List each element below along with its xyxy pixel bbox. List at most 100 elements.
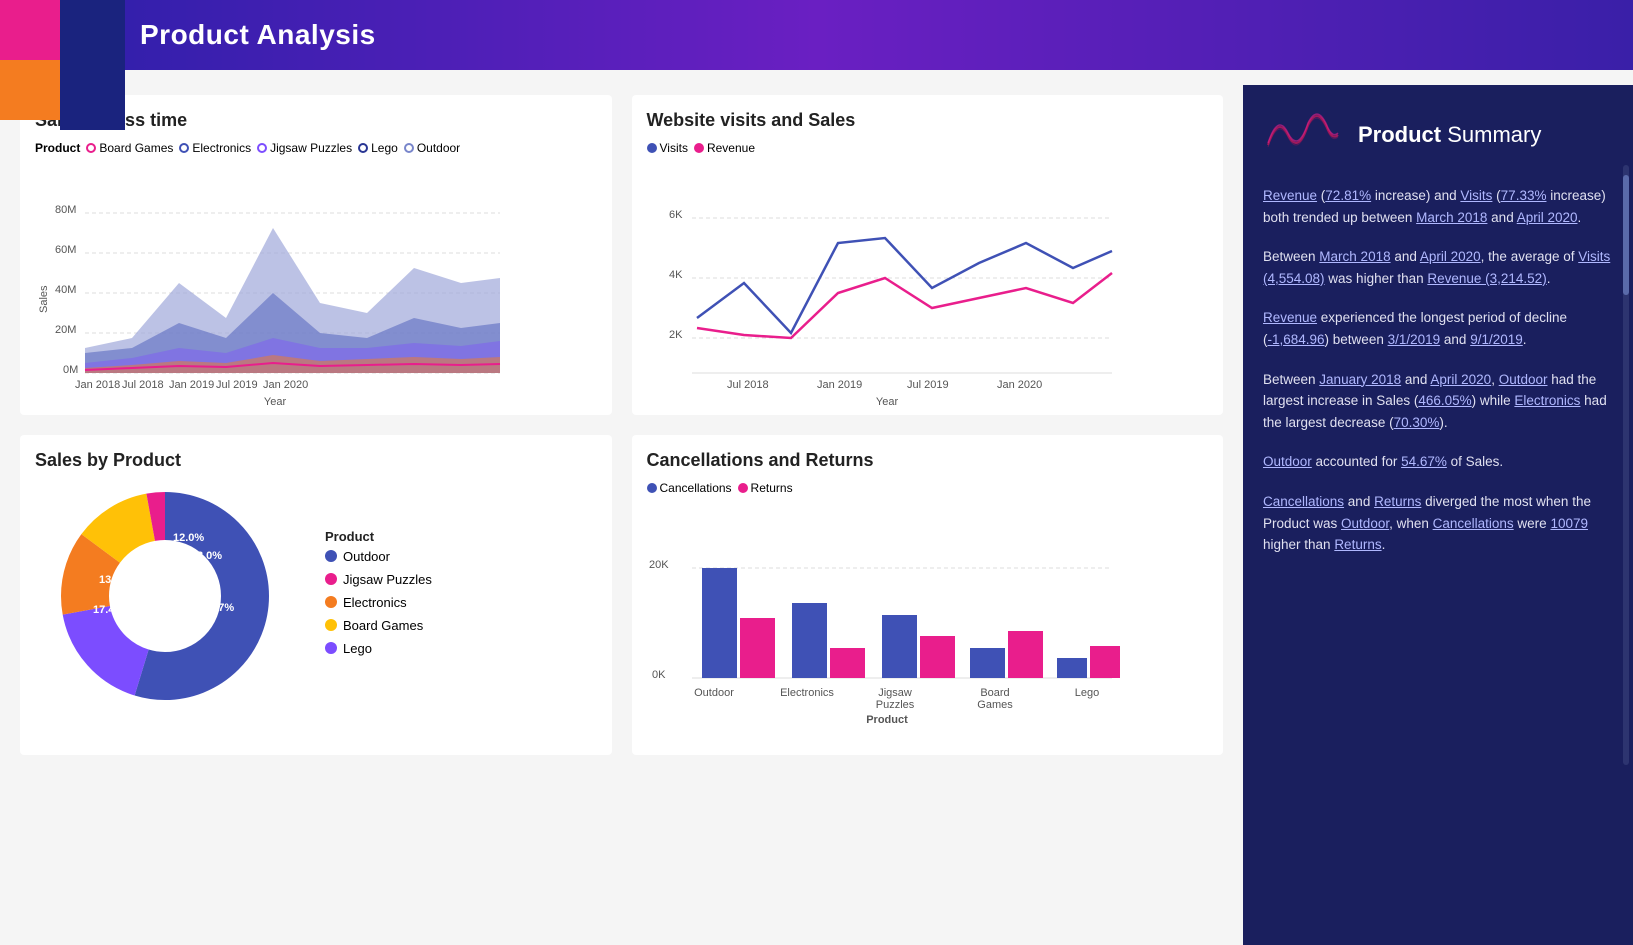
svg-text:60M: 60M [55,244,76,256]
svg-text:40M: 40M [55,284,76,296]
logo [0,0,130,130]
april2020-link3: April 2020 [1430,372,1491,387]
summary-para-3: Revenue experienced the longest period o… [1263,307,1613,350]
outdoor-pct-link: 466.05% [1418,393,1471,408]
svg-text:Outdoor: Outdoor [694,687,734,699]
date2-link: 9/1/2019 [1470,332,1523,347]
legend-outdoor: Outdoor [404,141,460,155]
revenue-decline-link: Revenue [1263,310,1317,325]
jigsaw-returns-bar [920,636,955,678]
revenue-link: Revenue [1263,188,1317,203]
jan2018-link: January 2018 [1319,372,1401,387]
outdoor-icon [404,143,414,153]
summary-title: Product Summary [1358,122,1541,148]
scrollbar-track[interactable] [1623,165,1629,765]
legend-electronics-item: Electronics [325,595,432,610]
legend-outdoor-label: Outdoor [417,141,460,155]
visits-pct-link: 77.33% [1501,188,1547,203]
summary-title-rest: Summary [1441,122,1541,147]
jigsaw-legend-label: Jigsaw Puzzles [343,572,432,587]
board-games-returns-bar [1008,631,1043,678]
donut-svg: 3.0% 12.0% 13.0% 17.4% 54.7% [35,481,295,711]
legend-outdoor-item: Outdoor [325,549,432,564]
legend-lego: Lego [358,141,398,155]
lego-cancellations-bar [1057,658,1087,678]
electronics-icon [179,143,189,153]
legend-lego-label: Lego [371,141,398,155]
svg-text:Jan 2019: Jan 2019 [817,379,862,391]
logo-dark1 [60,0,125,65]
charts-row-1: Sales across time Product Board Games El… [20,95,1223,415]
svg-text:0K: 0K [652,669,666,681]
cancellations-returns-title: Cancellations and Returns [647,450,1209,471]
revenue-dot [694,143,704,153]
jigsaw-icon [257,143,267,153]
cancellations-link: Cancellations [1263,494,1344,509]
legend-cancellations: Cancellations [647,481,732,495]
visits-link: Visits [1460,188,1492,203]
summary-panel: Product Summary Revenue (72.81% increase… [1243,85,1633,945]
cancellations-returns-chart: Cancellations and Returns Cancellations … [632,435,1224,755]
revenue-pct-link: 72.81% [1325,188,1371,203]
legend-product-label: Product [35,141,80,155]
returns-link2: Returns [1334,537,1381,552]
lego-returns-bar [1090,646,1120,678]
sales-by-product-title: Sales by Product [35,450,597,471]
lego-legend-label: Lego [343,641,372,656]
legend-revenue: Revenue [694,141,755,155]
page-title: Product Analysis [140,19,376,51]
board-games-icon [86,143,96,153]
visits-dot [647,143,657,153]
outdoor-share-link: 54.67% [1401,454,1447,469]
svg-text:Jan 2018: Jan 2018 [75,379,120,391]
svg-text:Jul 2018: Jul 2018 [727,379,769,391]
legend-lego-item: Lego [325,641,432,656]
svg-text:6K: 6K [669,209,683,221]
electronics-link: Electronics [1514,393,1580,408]
header: Product Analysis [0,0,1633,70]
revenue-label: Revenue [707,141,755,155]
website-visits-svg: 2K 4K 6K Jul 2018 Jan 2019 Jul 2019 [647,163,1117,393]
decline-val-link: -1,684.96 [1268,332,1325,347]
svg-text:20M: 20M [55,324,76,336]
electronics-legend-dot [325,596,337,608]
outdoor-cancellations-bar [702,568,737,678]
jigsaw-legend-dot [325,573,337,585]
march2018-link2: March 2018 [1319,249,1390,264]
website-visits-title: Website visits and Sales [647,110,1209,131]
board-games-cancellations-bar [970,648,1005,678]
visits-label: Visits [660,141,688,155]
legend-jigsaw-label: Jigsaw Puzzles [270,141,352,155]
canc-legend: Cancellations Returns [647,481,1209,495]
svg-text:80M: 80M [55,204,76,216]
donut-legend-title: Product [325,529,432,544]
svg-text:12.0%: 12.0% [173,532,204,544]
outdoor-link3: Outdoor [1341,516,1389,531]
charts-area: Sales across time Product Board Games El… [0,85,1243,945]
summary-para-1: Revenue (72.81% increase) and Visits (77… [1263,185,1613,228]
sales-across-time-chart: Sales across time Product Board Games El… [20,95,612,415]
legend-returns: Returns [738,481,793,495]
summary-para-2: Between March 2018 and April 2020, the a… [1263,246,1613,289]
charts-row-2: Sales by Product [20,435,1223,755]
svg-text:Electronics: Electronics [780,687,834,699]
svg-text:Year: Year [264,396,287,408]
legend-board-games-label: Board Games [99,141,173,155]
returns-dot [738,483,748,493]
cancellations-svg: 0K 20K [647,503,1117,723]
outdoor-legend-dot [325,550,337,562]
scrollbar-thumb[interactable] [1623,175,1629,295]
svg-text:20K: 20K [649,559,669,571]
legend-electronics: Electronics [179,141,251,155]
legend-board-games: Board Games [86,141,173,155]
jigsaw-cancellations-bar [882,615,917,678]
april2020-link: April 2020 [1517,210,1578,225]
lego-legend-dot [325,642,337,654]
sales-time-svg: 0M 20M 40M 60M 80M Sales [35,163,505,393]
summary-waves-icon [1263,105,1343,165]
summary-header: Product Summary [1263,105,1613,165]
svg-text:Jigsaw: Jigsaw [878,687,912,699]
visits-legend: Visits Revenue [647,141,1209,155]
cancellations-label: Cancellations [660,481,732,495]
march2018-link: March 2018 [1416,210,1487,225]
